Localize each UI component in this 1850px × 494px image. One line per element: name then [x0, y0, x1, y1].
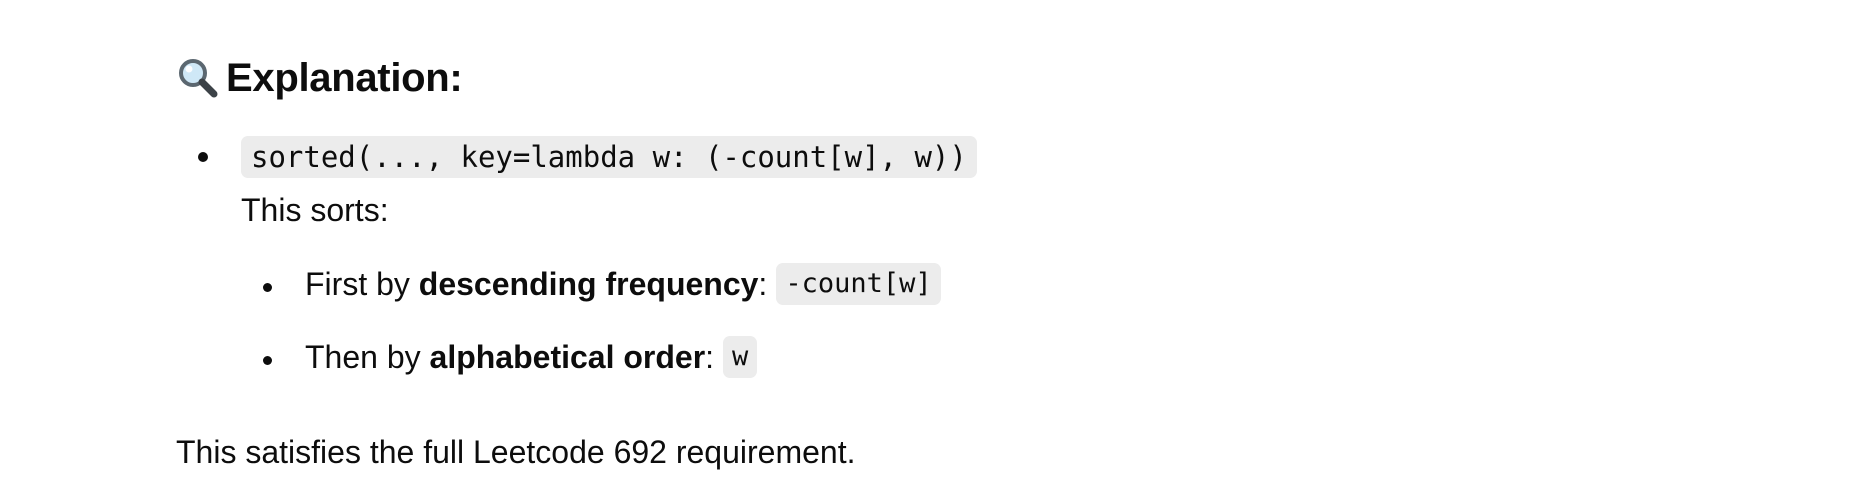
list-bullet: [198, 152, 208, 162]
closing-paragraph: This satisfies the full Leetcode 692 req…: [176, 434, 856, 470]
sub-item-colon: :: [758, 266, 768, 302]
sub-list-bullet: [263, 356, 272, 365]
magnifying-glass-icon: [176, 57, 218, 99]
heading-text: Explanation:: [226, 55, 463, 100]
sub-item-emphasis: alphabetical order: [429, 339, 706, 375]
inline-code: w: [723, 336, 758, 378]
section-heading: Explanation:: [176, 52, 463, 104]
inline-code: sorted(..., key=lambda w: (-count[w], w)…: [241, 136, 977, 178]
inline-code: -count[w]: [776, 263, 941, 305]
sub-item-colon: :: [705, 339, 715, 375]
list-item-description: This sorts:: [241, 192, 389, 228]
sub-item-prefix: First by: [305, 266, 419, 302]
sub-item-prefix: Then by: [305, 339, 430, 375]
sub-list-bullet: [263, 283, 272, 292]
sub-item-emphasis: descending frequency: [418, 266, 759, 302]
sub-list-item: Then by alphabetical order : w: [305, 336, 758, 378]
sub-list-item: First by descending frequency : -count[w…: [305, 263, 941, 305]
